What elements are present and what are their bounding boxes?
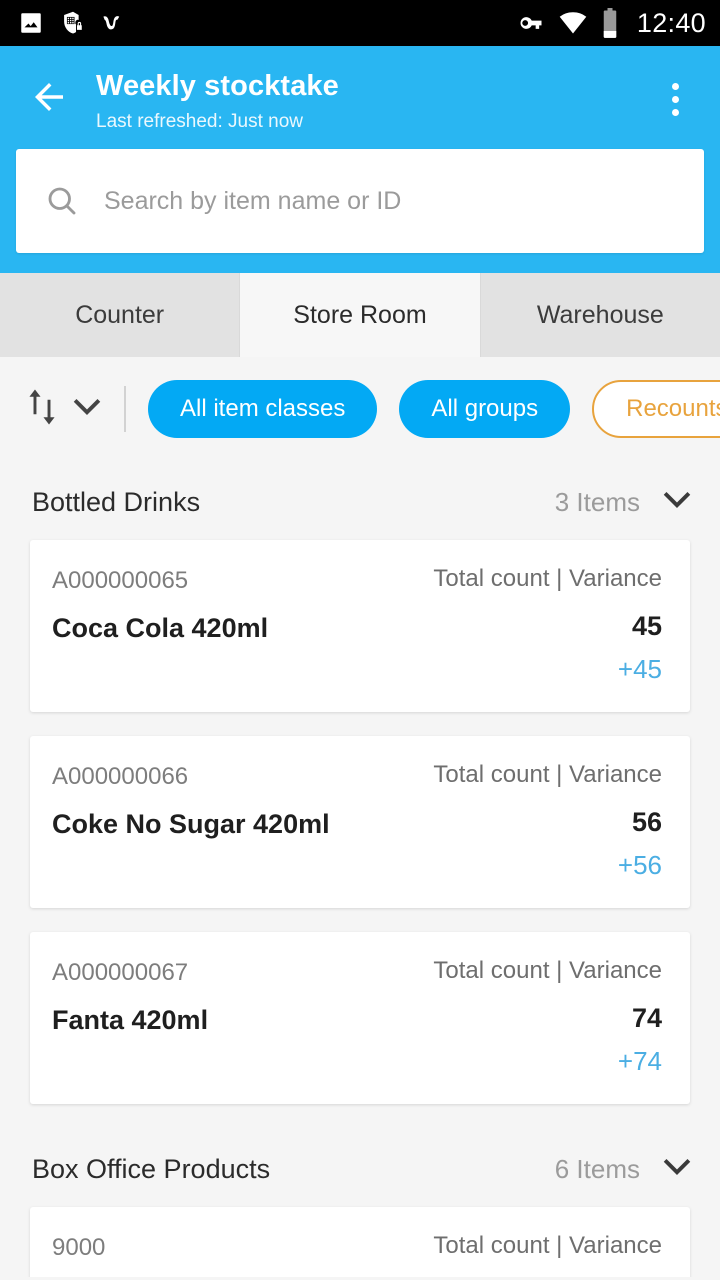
variance-value: +74	[617, 1046, 662, 1076]
sort-button[interactable]	[26, 388, 102, 431]
status-bar: 12:40	[0, 0, 720, 46]
search-box[interactable]	[16, 149, 704, 253]
variance-value: +56	[617, 850, 662, 880]
tab-counter[interactable]: Counter	[0, 273, 241, 357]
chip-recounts[interactable]: Recounts	[592, 380, 720, 438]
item-card[interactable]: 9000 3D Glasses Total count | Variance 8…	[30, 1207, 690, 1277]
overflow-menu-icon-dot3	[671, 108, 679, 116]
chip-all-item-classes-label: All item classes	[180, 395, 346, 422]
item-card-left: 9000 3D Glasses	[52, 1231, 198, 1277]
shield-lock-icon	[60, 10, 86, 36]
search-icon	[42, 183, 82, 219]
item-card[interactable]: A000000065 Coca Cola 420ml Total count |…	[30, 540, 690, 712]
filter-row: All item classes All groups Recounts	[0, 357, 720, 461]
item-card-right: Total count | Variance 74 +74	[433, 956, 662, 1078]
item-name: Coca Cola 420ml	[52, 613, 269, 643]
item-card-left: A000000066 Coke No Sugar 420ml	[52, 760, 330, 842]
app-bar: Weekly stocktake Last refreshed: Just no…	[0, 46, 720, 273]
page-title: Weekly stocktake	[96, 70, 339, 102]
total-count-variance-label: Total count | Variance	[433, 1232, 662, 1259]
item-card[interactable]: A000000067 Fanta 420ml Total count | Var…	[30, 932, 690, 1104]
filter-chips: All item classes All groups Recounts	[148, 380, 720, 438]
group-header-right: 3 Items	[555, 487, 692, 518]
item-card[interactable]: A000000066 Coke No Sugar 420ml Total cou…	[30, 736, 690, 908]
overflow-menu-button[interactable]	[650, 70, 700, 128]
total-count-variance-label: Total count | Variance	[433, 957, 662, 984]
group-title: Bottled Drinks	[32, 487, 201, 517]
item-card-right: Total count | Variance 45 +45	[433, 564, 662, 686]
overflow-menu-icon-dot2	[671, 95, 679, 103]
sort-arrows-icon	[26, 388, 58, 431]
group-bottled-drinks-cards: A000000065 Coca Cola 420ml Total count |…	[0, 540, 720, 1104]
status-bar-left-icons	[18, 10, 130, 36]
tab-warehouse[interactable]: Warehouse	[480, 273, 720, 357]
total-count-value: 45	[631, 611, 662, 641]
last-refreshed-text: Last refreshed: Just now	[96, 111, 303, 132]
group-header-box-office-products[interactable]: Box Office Products 6 Items	[0, 1128, 720, 1207]
total-count-value: 8	[647, 1275, 662, 1277]
item-id: A000000066	[52, 763, 189, 790]
tab-warehouse-label: Warehouse	[536, 300, 664, 329]
location-tabs: Counter Store Room Warehouse	[0, 273, 720, 357]
app-logo-icon	[102, 12, 130, 34]
chevron-down-icon[interactable]	[662, 489, 692, 516]
variance-value: +45	[617, 654, 662, 684]
chip-all-groups[interactable]: All groups	[399, 380, 571, 438]
search-container	[0, 135, 720, 253]
chevron-down-icon[interactable]	[662, 1156, 692, 1183]
chip-all-item-classes[interactable]: All item classes	[148, 380, 378, 438]
total-count-variance-label: Total count | Variance	[433, 761, 662, 788]
item-id: A000000065	[52, 567, 189, 594]
app-bar-top-row: Weekly stocktake Last refreshed: Just no…	[0, 46, 720, 135]
wifi-icon	[559, 11, 587, 35]
group-header-bottled-drinks[interactable]: Bottled Drinks 3 Items	[0, 461, 720, 540]
vpn-key-icon	[517, 9, 545, 37]
item-card-right: Total count | Variance 8 -89	[433, 1231, 662, 1277]
item-name: Coke No Sugar 420ml	[52, 809, 330, 839]
tab-store-room-label: Store Room	[293, 300, 427, 329]
item-id: A000000067	[52, 959, 189, 986]
chevron-down-icon	[72, 396, 102, 423]
back-arrow-icon	[28, 76, 70, 123]
battery-icon	[601, 8, 619, 38]
chip-recounts-label: Recounts	[626, 395, 720, 422]
app-bar-title-block: Weekly stocktake Last refreshed: Just no…	[78, 66, 650, 135]
item-name: Fanta 420ml	[52, 1005, 209, 1035]
group-item-count: 3 Items	[554, 487, 640, 517]
status-bar-clock: 12:40	[636, 7, 706, 38]
chip-all-groups-label: All groups	[431, 395, 539, 422]
group-item-count: 6 Items	[554, 1154, 640, 1184]
back-button[interactable]	[20, 70, 78, 128]
item-card-left: A000000065 Coca Cola 420ml	[52, 564, 268, 646]
item-card-left: A000000067 Fanta 420ml	[52, 956, 208, 1038]
tab-store-room[interactable]: Store Room	[240, 273, 481, 357]
status-bar-right-icons: 12:40	[517, 8, 706, 39]
search-input[interactable]	[104, 186, 678, 216]
group-header-right: 6 Items	[555, 1154, 692, 1185]
total-count-value: 74	[631, 1003, 662, 1033]
tab-counter-label: Counter	[75, 300, 165, 329]
group-title: Box Office Products	[32, 1154, 271, 1184]
overflow-menu-icon	[671, 82, 679, 90]
item-id: 9000	[52, 1234, 106, 1261]
image-icon	[18, 10, 44, 36]
item-list-scroll-area[interactable]: Bottled Drinks 3 Items A000000065 Coca C…	[0, 461, 720, 1277]
total-count-value: 56	[631, 807, 662, 837]
group-box-office-cards: 9000 3D Glasses Total count | Variance 8…	[0, 1207, 720, 1277]
item-card-right: Total count | Variance 56 +56	[433, 760, 662, 882]
total-count-variance-label: Total count | Variance	[433, 565, 662, 592]
filter-divider	[124, 386, 126, 432]
